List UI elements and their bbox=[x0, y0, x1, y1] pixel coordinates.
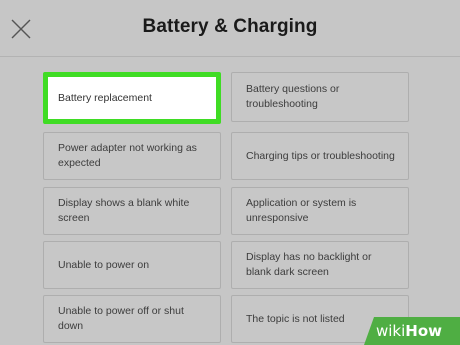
option-power-adapter[interactable]: Power adapter not working as expected bbox=[43, 132, 221, 180]
option-unable-power-on[interactable]: Unable to power on bbox=[43, 241, 221, 289]
option-label: Charging tips or troubleshooting bbox=[246, 149, 395, 162]
header: Battery & Charging bbox=[0, 0, 460, 56]
option-label: Unable to power off or shut down bbox=[58, 305, 184, 332]
option-no-backlight[interactable]: Display has no backlight or blank dark s… bbox=[231, 241, 409, 289]
option-label: The topic is not listed bbox=[246, 312, 345, 325]
watermark-how: How bbox=[405, 322, 443, 340]
option-label: Application or system is unresponsive bbox=[246, 197, 357, 224]
option-label: Power adapter not working as expected bbox=[58, 142, 197, 169]
topic-grid: Battery replacement Battery questions or… bbox=[38, 69, 418, 345]
header-divider bbox=[0, 56, 460, 57]
watermark-wiki: wiki bbox=[376, 322, 406, 340]
option-unable-power-off[interactable]: Unable to power off or shut down bbox=[43, 295, 221, 343]
option-label: Battery replacement bbox=[58, 91, 152, 104]
wikihow-watermark: wikiHow bbox=[364, 317, 460, 345]
option-blank-white-screen[interactable]: Display shows a blank white screen bbox=[43, 187, 221, 235]
option-battery-replacement[interactable]: Battery replacement bbox=[43, 72, 221, 124]
option-label: Unable to power on bbox=[58, 258, 150, 271]
option-charging-tips[interactable]: Charging tips or troubleshooting bbox=[231, 132, 409, 180]
option-app-unresponsive[interactable]: Application or system is unresponsive bbox=[231, 187, 409, 235]
option-label: Display has no backlight or blank dark s… bbox=[246, 251, 372, 278]
option-label: Battery questions or troubleshooting bbox=[246, 83, 340, 110]
option-battery-questions[interactable]: Battery questions or troubleshooting bbox=[231, 72, 409, 122]
option-label: Display shows a blank white screen bbox=[58, 197, 190, 224]
page-title: Battery & Charging bbox=[142, 16, 318, 37]
